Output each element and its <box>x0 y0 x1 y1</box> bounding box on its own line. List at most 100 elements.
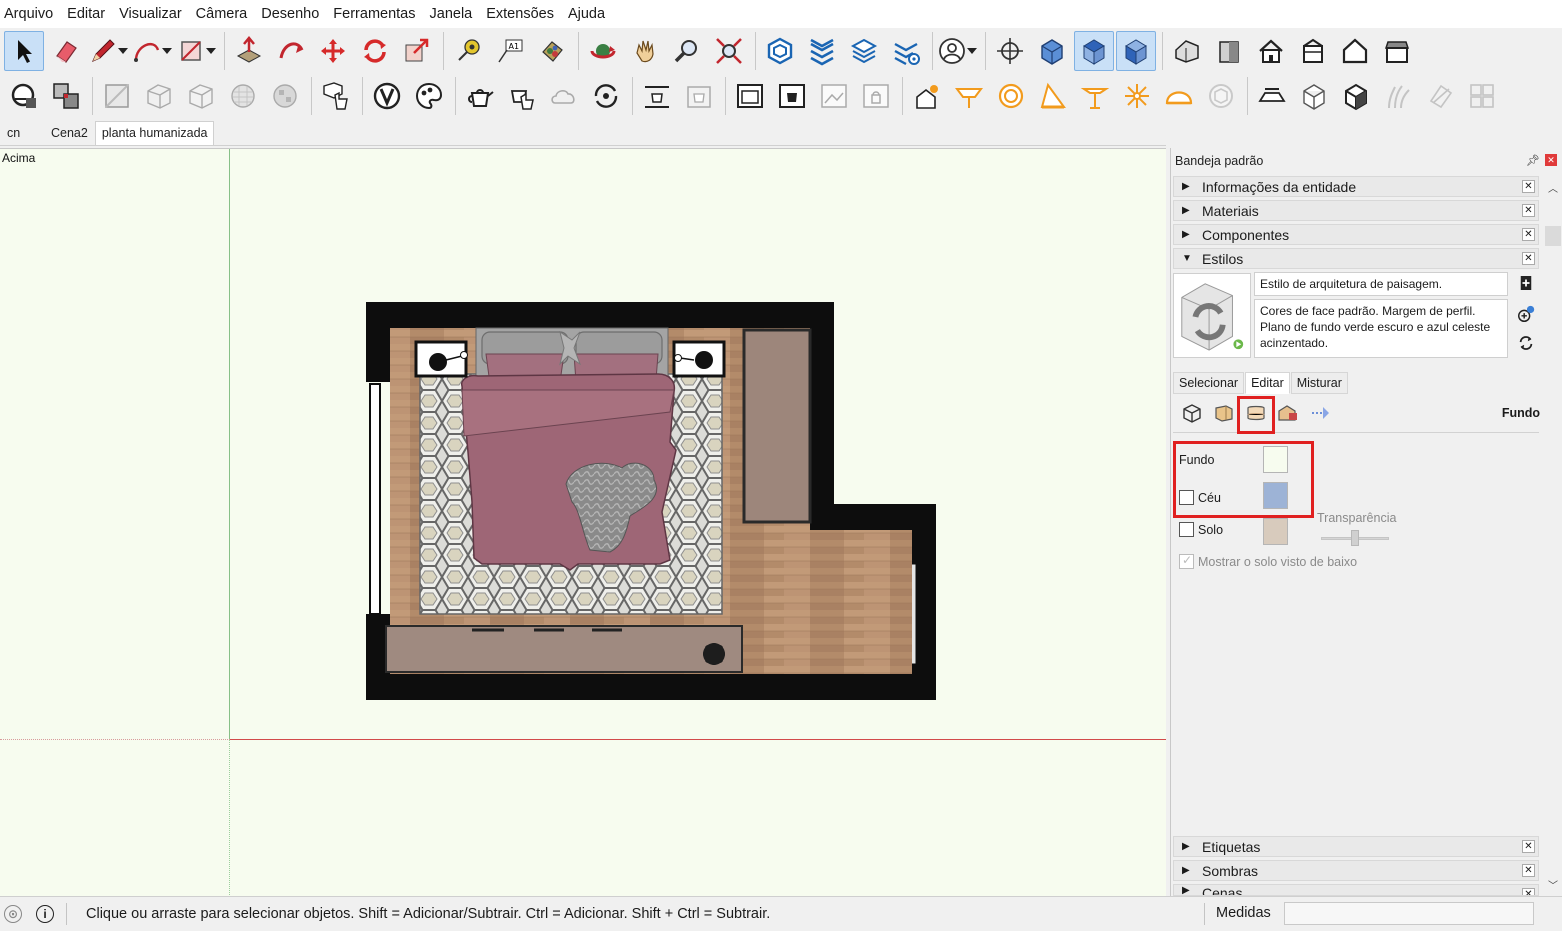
tab-editar[interactable]: Editar <box>1245 372 1290 394</box>
sky-color-swatch[interactable] <box>1263 482 1288 509</box>
frame-teapot-button[interactable] <box>772 76 812 116</box>
style-hidden-line-button[interactable] <box>181 76 221 116</box>
solid-tools-button[interactable] <box>4 76 44 116</box>
drawing-viewport[interactable]: Acima <box>0 148 1166 896</box>
intersect-button[interactable] <box>46 76 86 116</box>
spot-light-button[interactable] <box>1033 76 1073 116</box>
menu-arquivo[interactable]: Arquivo <box>4 0 60 28</box>
style-textured-button[interactable] <box>265 76 305 116</box>
push-pull-tool-button[interactable] <box>229 31 269 71</box>
fur-button[interactable] <box>1378 76 1418 116</box>
select-tool-button[interactable] <box>4 31 44 71</box>
tape-measure-tool-button[interactable] <box>448 31 488 71</box>
mesh-light-button[interactable] <box>1201 76 1241 116</box>
select-objects-button[interactable] <box>316 76 356 116</box>
menu-janela[interactable]: Janela <box>430 0 480 28</box>
extension-manager-button[interactable] <box>886 31 926 71</box>
proxy-import-button[interactable] <box>1336 76 1376 116</box>
arc-tool-button[interactable] <box>132 31 162 71</box>
pin-icon[interactable]: 📌︎ <box>1526 154 1540 167</box>
frame-landscape-button[interactable] <box>814 76 854 116</box>
rect-light-button[interactable] <box>949 76 989 116</box>
panel-close-button[interactable]: ✕ <box>1522 180 1535 193</box>
decal-button[interactable] <box>1462 76 1502 116</box>
panel-tags[interactable]: ▶ Etiquetas ✕ <box>1173 836 1539 857</box>
zoom-tool-button[interactable] <box>667 31 707 71</box>
menu-desenho[interactable]: Desenho <box>261 0 326 28</box>
tray-close-button[interactable]: ✕ <box>1545 154 1557 166</box>
material-editor-button[interactable] <box>409 76 449 116</box>
panel-close-button[interactable]: ✕ <box>1522 204 1535 217</box>
style-thumbnail[interactable] <box>1173 273 1251 358</box>
eraser-tool-button[interactable] <box>46 31 86 71</box>
batch-render-button[interactable] <box>679 76 719 116</box>
ground-checkbox[interactable] <box>1179 522 1194 537</box>
view-front-button[interactable] <box>1116 31 1156 71</box>
warehouse-3d-button[interactable] <box>760 31 800 71</box>
scene-tab-cn[interactable]: cn <box>0 121 44 145</box>
transparency-slider-handle[interactable] <box>1351 530 1359 546</box>
clipper-button[interactable] <box>1420 76 1460 116</box>
menu-extensoes[interactable]: Extensões <box>486 0 561 28</box>
tray-scrollbar[interactable]: ︿ ﹀ <box>1544 176 1562 896</box>
paint-bucket-tool-button[interactable] <box>532 31 572 71</box>
panel-close-button[interactable]: ✕ <box>1522 888 1535 895</box>
info-icon[interactable]: i <box>36 905 54 923</box>
panel-entity-info[interactable]: ▶ Informações da entidade ✕ <box>1173 176 1539 197</box>
style-description-field[interactable]: Cores de face padrão. Margem de perfil. … <box>1254 299 1508 358</box>
dimension-tool-button[interactable]: A1 <box>490 31 530 71</box>
rectangle-tool-button[interactable] <box>176 31 206 71</box>
style-shaded-button[interactable] <box>223 76 263 116</box>
panel-scenes[interactable]: ▶ Cenas ✕ <box>1173 884 1539 896</box>
scene-tab-cena2[interactable]: Cena2 <box>44 121 95 145</box>
panel-close-button[interactable]: ✕ <box>1522 864 1535 877</box>
interactive-render-button[interactable] <box>502 76 542 116</box>
house-right-button[interactable] <box>1209 31 1249 71</box>
panel-shadows[interactable]: ▶ Sombras ✕ <box>1173 860 1539 881</box>
tab-misturar[interactable]: Misturar <box>1290 372 1348 394</box>
modeling-settings-button[interactable] <box>1305 400 1335 426</box>
tray-scrollbar-thumb[interactable] <box>1545 226 1561 246</box>
sandbox-button[interactable] <box>367 76 407 116</box>
sun-light-button[interactable] <box>907 76 947 116</box>
style-xray-button[interactable] <box>97 76 137 116</box>
style-wireframe-button[interactable] <box>139 76 179 116</box>
follow-me-tool-button[interactable] <box>271 31 311 71</box>
house-back-button[interactable] <box>1293 31 1333 71</box>
style-name-field[interactable]: Estilo de arquitetura de paisagem. <box>1254 272 1508 296</box>
orbit-tool-button[interactable] <box>583 31 623 71</box>
account-dropdown[interactable] <box>965 31 979 71</box>
scale-tool-button[interactable] <box>397 31 437 71</box>
ies-light-button[interactable] <box>1075 76 1115 116</box>
house-iso-button[interactable] <box>1167 31 1207 71</box>
geolocation-icon[interactable]: ⊙ <box>4 905 22 923</box>
panel-close-button[interactable]: ✕ <box>1522 228 1535 241</box>
move-tool-button[interactable] <box>313 31 353 71</box>
house-bottom-button[interactable] <box>1377 31 1417 71</box>
menu-camera[interactable]: Câmera <box>196 0 255 28</box>
frame-window-button[interactable] <box>730 76 770 116</box>
arc-tool-dropdown[interactable] <box>160 31 174 71</box>
scene-tab-planta-humanizada[interactable]: planta humanizada <box>94 121 215 145</box>
update-style-button[interactable] <box>1515 304 1537 326</box>
dome-light-button[interactable] <box>1159 76 1199 116</box>
proxy-export-button[interactable] <box>1294 76 1334 116</box>
show-ground-below-checkbox[interactable] <box>1179 553 1194 569</box>
rectangle-tool-dropdown[interactable] <box>204 31 218 71</box>
render-teapot-button[interactable] <box>460 76 500 116</box>
rotate-tool-button[interactable] <box>355 31 395 71</box>
frame-lock-button[interactable] <box>856 76 896 116</box>
face-settings-button[interactable] <box>1209 400 1239 426</box>
sky-checkbox[interactable] <box>1179 490 1194 505</box>
scroll-down-icon[interactable]: ﹀ <box>1548 877 1558 892</box>
pan-tool-button[interactable] <box>625 31 665 71</box>
menu-editar[interactable]: Editar <box>67 0 112 28</box>
cloud-render-button[interactable] <box>544 76 584 116</box>
view-iso-button[interactable] <box>1032 31 1072 71</box>
lightgen-button[interactable] <box>637 76 677 116</box>
panel-materials[interactable]: ▶ Materiais ✕ <box>1173 200 1539 221</box>
house-left-button[interactable] <box>1335 31 1375 71</box>
tab-selecionar[interactable]: Selecionar <box>1173 372 1245 394</box>
refresh-icon[interactable] <box>1515 334 1537 356</box>
view-top-button[interactable] <box>1074 31 1114 71</box>
